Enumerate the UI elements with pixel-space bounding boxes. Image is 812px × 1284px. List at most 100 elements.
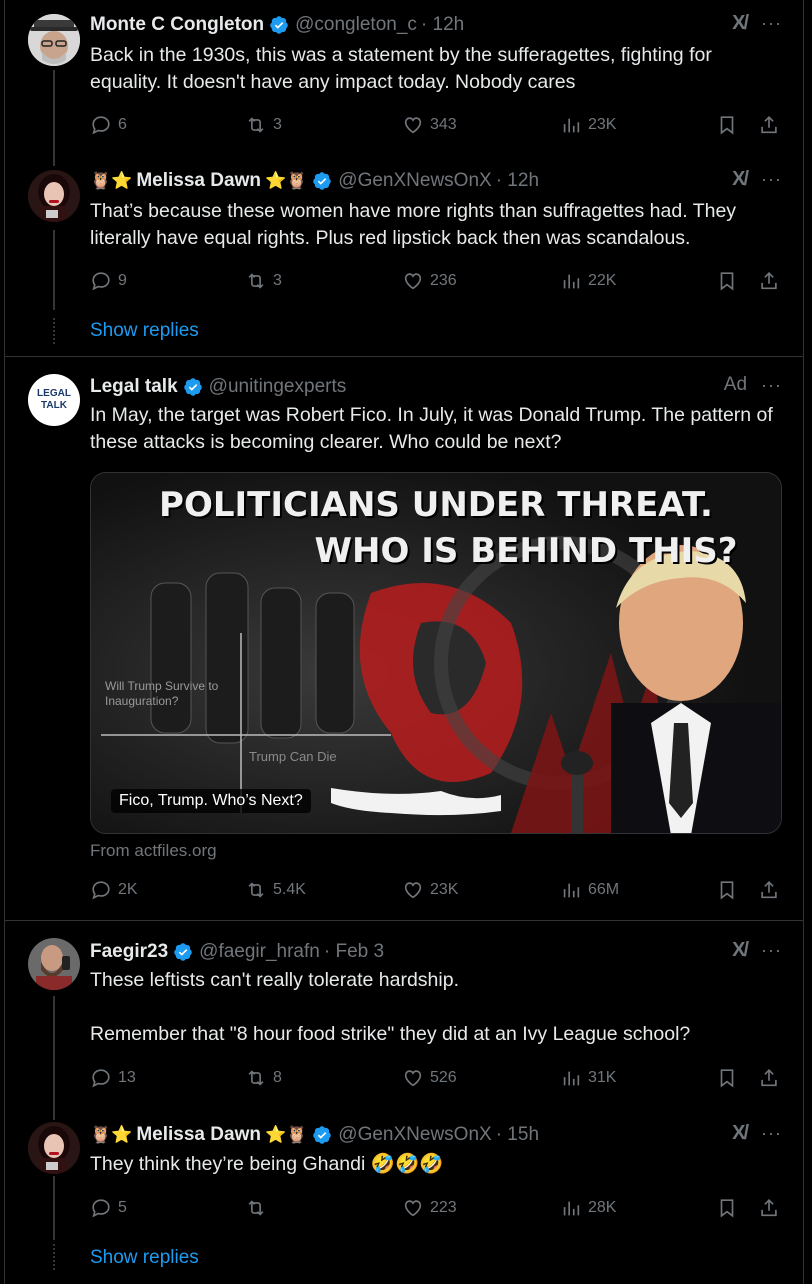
like-button[interactable]: 236 [402, 268, 457, 294]
tweet-text-body: They think they’re being Ghandi [90, 1153, 366, 1175]
bookmark-icon [720, 1199, 734, 1218]
like-button[interactable]: 343 [402, 112, 457, 138]
author-name[interactable]: Faegir23 [90, 941, 168, 963]
like-button[interactable]: 223 [402, 1195, 457, 1221]
reply-button[interactable]: 5 [90, 1195, 127, 1221]
name-emoji-suffix: ⭐🦉 [264, 171, 308, 190]
reply-button[interactable]: 6 [90, 112, 127, 138]
author-name[interactable]: Melissa Dawn [136, 170, 261, 192]
like-button[interactable]: 526 [402, 1065, 457, 1091]
repost-count: 8 [273, 1069, 282, 1086]
views-button[interactable]: 31K [560, 1065, 616, 1091]
views-button[interactable]: 23K [560, 112, 616, 138]
grok-icon[interactable]: X/ [732, 168, 749, 191]
more-options-icon[interactable]: ··· [761, 13, 782, 34]
grok-icon[interactable]: X/ [732, 939, 749, 962]
divider [4, 356, 804, 357]
repost-button[interactable]: 5.4K [245, 877, 306, 903]
tweet-actions: 5 223 28K [90, 1195, 784, 1221]
like-count: 223 [430, 1199, 457, 1216]
tweet-header: Monte C Congleton @congleton_c · 12h X/ … [90, 12, 782, 38]
share-button[interactable] [758, 1195, 780, 1221]
thread-dots [53, 318, 55, 344]
more-options-icon[interactable]: ··· [761, 940, 782, 961]
timestamp[interactable]: · 15h [496, 1124, 539, 1146]
avatar[interactable] [28, 938, 80, 990]
reply-icon [92, 116, 110, 135]
tweet-text: That’s because these women have more rig… [90, 200, 737, 249]
analytics-icon [563, 1071, 580, 1086]
author-name[interactable]: Monte C Congleton [90, 14, 264, 36]
bookmark-button[interactable] [716, 1195, 738, 1221]
timestamp[interactable]: · Feb 3 [324, 941, 384, 963]
show-replies-link[interactable]: Show replies [90, 1247, 199, 1269]
author-name[interactable]: Legal talk [90, 376, 178, 398]
like-count: 526 [430, 1069, 457, 1086]
reply-count: 6 [118, 116, 127, 133]
ad-label: Ad [723, 374, 748, 395]
name-emoji-suffix: ⭐🦉 [264, 1125, 308, 1144]
reply-count: 2K [118, 881, 138, 898]
author-handle[interactable]: @congleton_c [295, 14, 417, 36]
thread-line [53, 70, 55, 166]
bookmark-button[interactable] [716, 877, 738, 903]
bookmark-button[interactable] [716, 112, 738, 138]
views-button[interactable]: 28K [560, 1195, 616, 1221]
more-options-icon[interactable]: ··· [761, 1123, 782, 1144]
share-button[interactable] [758, 112, 780, 138]
more-options-icon[interactable]: ··· [761, 375, 782, 396]
bookmark-button[interactable] [716, 268, 738, 294]
grok-icon[interactable]: X/ [732, 1122, 749, 1145]
reply-button[interactable]: 2K [90, 877, 138, 903]
divider [4, 920, 804, 921]
view-count: 23K [588, 116, 617, 133]
timeline-right-border [803, 0, 804, 1284]
timestamp[interactable]: · 12h [421, 14, 464, 36]
views-button[interactable]: 22K [560, 268, 616, 294]
media-card[interactable]: POLITICIANS UNDER THREAT. WHO IS BEHIND … [90, 472, 782, 834]
more-options-icon[interactable]: ··· [761, 169, 782, 190]
bookmark-button[interactable] [716, 1065, 738, 1091]
like-count: 343 [430, 116, 457, 133]
repost-count: 5.4K [273, 881, 306, 898]
avatar[interactable] [28, 1122, 80, 1174]
card-headline-1: POLITICIANS UNDER THREAT. [159, 485, 713, 525]
author-handle[interactable]: @faegir_hrafn [199, 941, 320, 963]
repost-button[interactable]: 3 [245, 268, 282, 294]
verified-badge-icon [183, 378, 202, 396]
author-handle[interactable]: @unitingexperts [209, 376, 347, 398]
avatar[interactable] [28, 14, 80, 66]
repost-button[interactable] [245, 1195, 273, 1221]
avatar[interactable]: LEGAL TALK [28, 374, 80, 426]
author-handle[interactable]: @GenXNewsOnX [338, 1124, 491, 1146]
like-count: 23K [430, 881, 459, 898]
share-icon [761, 1199, 777, 1217]
timestamp[interactable]: · 12h [496, 170, 539, 192]
author-name[interactable]: Melissa Dawn [136, 1124, 261, 1146]
bookmark-icon [720, 116, 734, 135]
name-emoji-prefix: 🦉⭐ [90, 1125, 133, 1144]
views-button[interactable]: 66M [560, 877, 619, 903]
avatar[interactable] [28, 170, 80, 222]
repost-button[interactable]: 3 [245, 112, 282, 138]
verified-badge-icon [174, 943, 192, 961]
reply-count: 13 [118, 1069, 136, 1086]
share-button[interactable] [758, 268, 780, 294]
tweet-header: Faegir23 @faegir_hrafn · Feb 3 X/ ··· [90, 939, 782, 965]
reply-button[interactable]: 9 [90, 268, 127, 294]
share-button[interactable] [758, 1065, 780, 1091]
repost-count: 3 [273, 116, 282, 133]
author-handle[interactable]: @GenXNewsOnX [338, 170, 491, 192]
card-source[interactable]: From actfiles.org [90, 841, 217, 861]
bookmark-icon [720, 1069, 734, 1088]
grok-icon[interactable]: X/ [732, 12, 749, 35]
verified-badge-icon [313, 172, 332, 190]
repost-button[interactable]: 8 [245, 1065, 282, 1091]
analytics-icon [563, 118, 580, 133]
like-button[interactable]: 23K [402, 877, 458, 903]
card-headline-2: WHO IS BEHIND THIS? [314, 531, 738, 571]
reply-button[interactable]: 13 [90, 1065, 136, 1091]
share-button[interactable] [758, 877, 780, 903]
share-icon [761, 1069, 777, 1087]
show-replies-link[interactable]: Show replies [90, 320, 199, 342]
